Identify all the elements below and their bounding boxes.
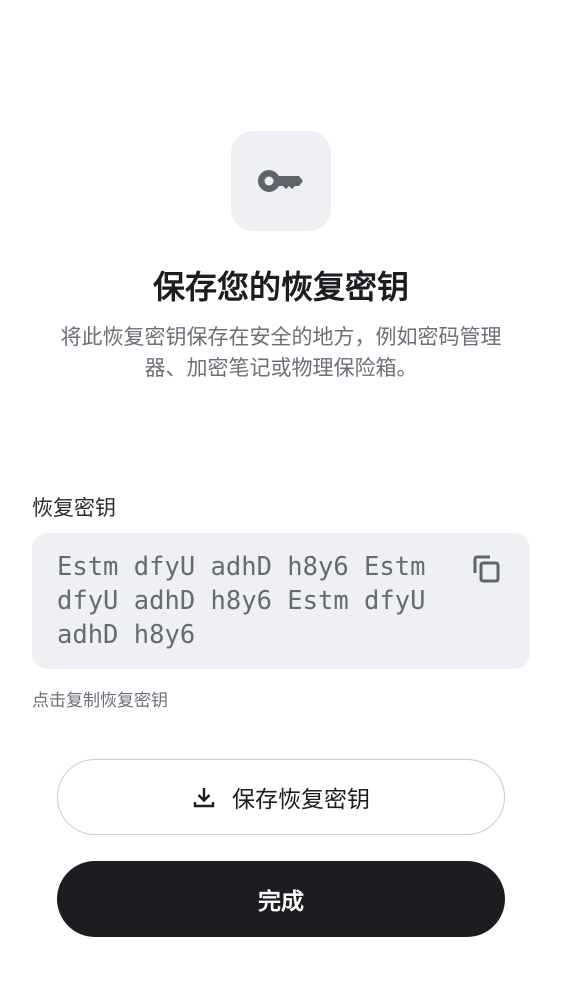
recovery-key-value[interactable]: Estm dfyU adhD h8y6 Estm dfyU adhD h8y6 … bbox=[57, 550, 447, 652]
save-recovery-key-button[interactable]: 保存恢复密钥 bbox=[57, 759, 505, 835]
save-button-label: 保存恢复密钥 bbox=[232, 787, 370, 813]
recovery-key-box[interactable]: Estm dfyU adhD h8y6 Estm dfyU adhD h8y6 … bbox=[32, 533, 530, 669]
download-icon bbox=[193, 788, 215, 808]
page-subtitle: 将此恢复密钥保存在安全的地方，例如密码管理器、加密笔记或物理保险箱。 bbox=[60, 325, 502, 380]
copy-icon[interactable] bbox=[470, 553, 502, 585]
copy-hint: 点击复制恢复密钥 bbox=[32, 691, 168, 711]
page-title: 保存您的恢复密钥 bbox=[152, 268, 409, 306]
key-icon-container bbox=[231, 131, 331, 231]
key-icon bbox=[258, 170, 303, 192]
done-button-label: 完成 bbox=[258, 889, 304, 915]
recovery-key-label: 恢复密钥 bbox=[32, 496, 116, 520]
done-button[interactable]: 完成 bbox=[57, 861, 505, 937]
